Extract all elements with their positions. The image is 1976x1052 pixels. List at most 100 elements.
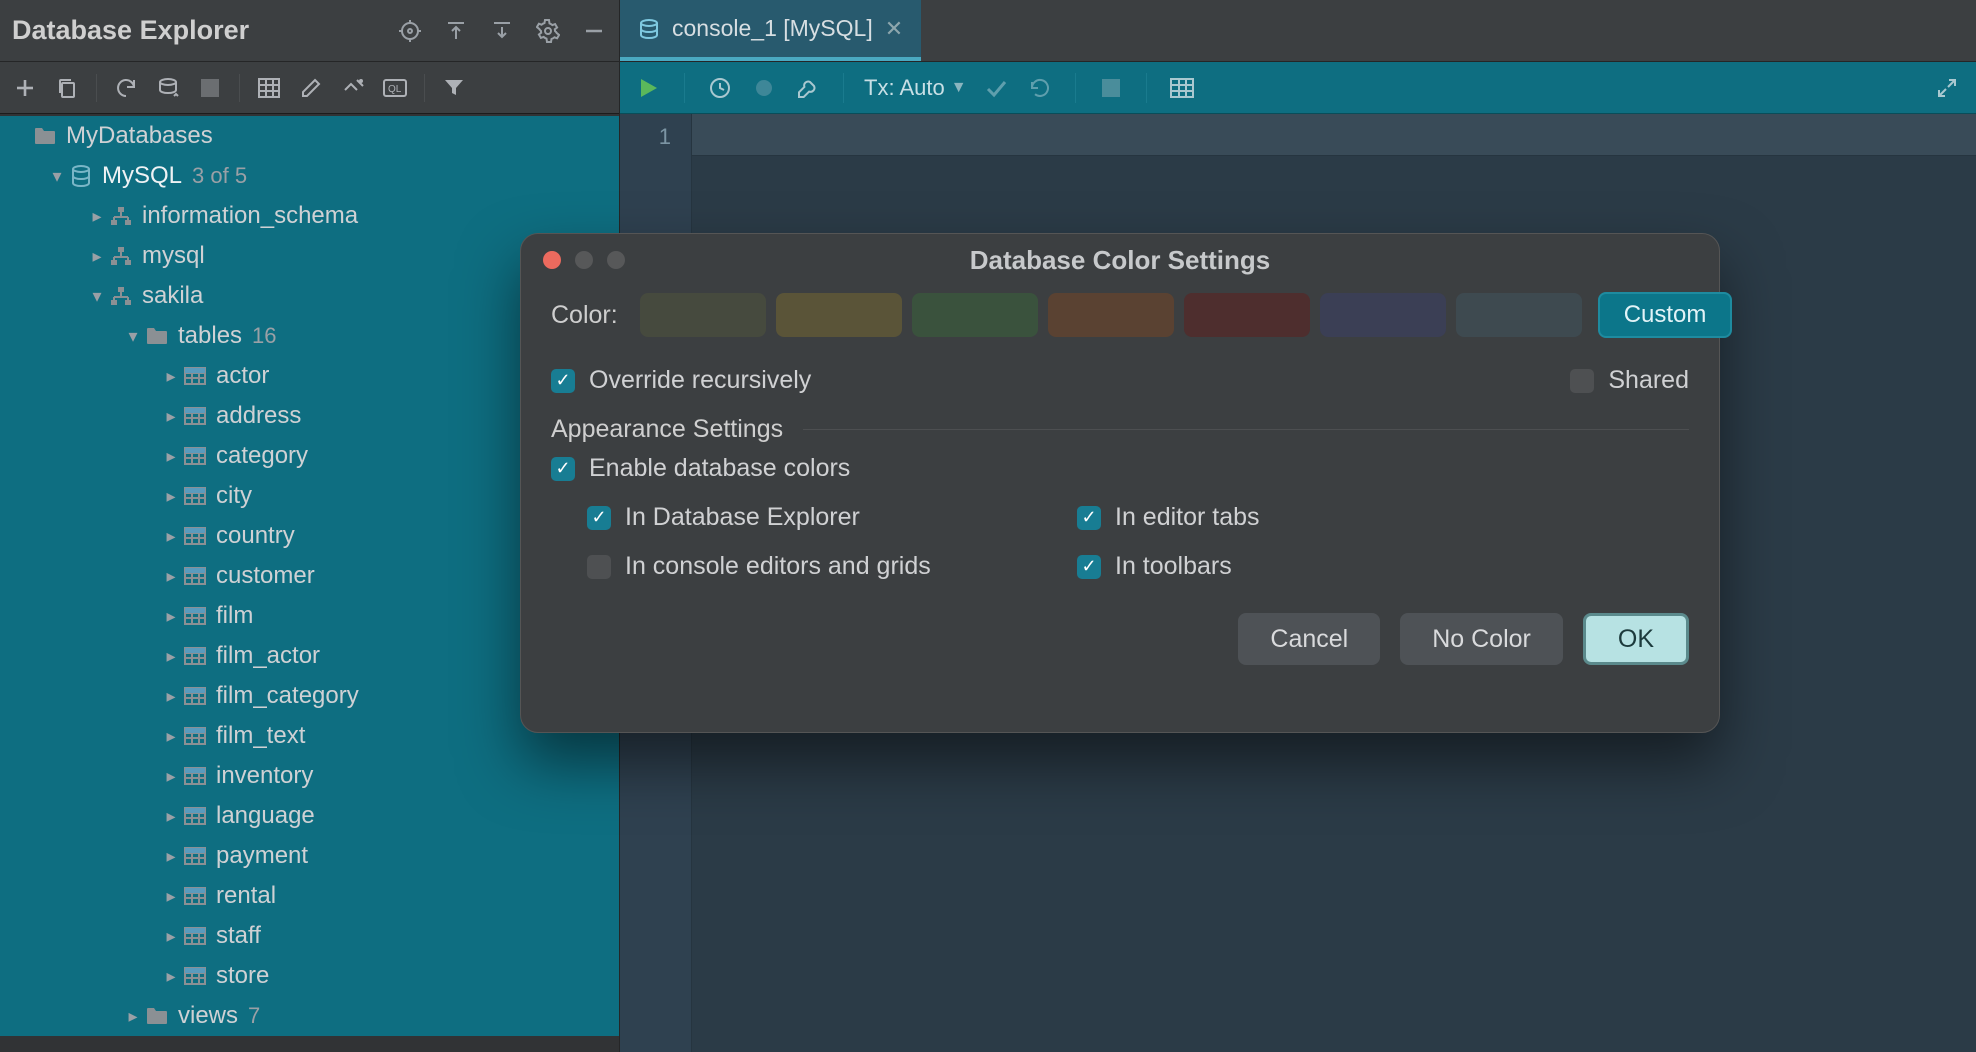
tx-mode-dropdown[interactable]: Tx: Auto▼ [864, 75, 967, 101]
override-recursively-checkbox[interactable]: ✓ Override recursively [551, 366, 811, 395]
custom-color-button[interactable]: Custom [1598, 292, 1733, 338]
in-editor-tabs-checkbox[interactable]: ✓ In editor tabs [1077, 503, 1689, 532]
chevron-icon: ▾ [86, 286, 108, 307]
separator-icon [239, 74, 240, 102]
tree-table[interactable]: ▸ payment [0, 836, 619, 876]
node-icon [182, 567, 208, 585]
color-swatch-3[interactable] [1048, 293, 1174, 337]
collapse-all-icon[interactable] [489, 18, 515, 44]
chevron-icon: ▸ [160, 486, 182, 507]
checkbox-icon: ✓ [551, 369, 575, 393]
chevron-icon: ▸ [160, 606, 182, 627]
chevron-icon: ▸ [160, 766, 182, 787]
tree-label: payment [216, 842, 308, 870]
rollback-icon[interactable] [1025, 73, 1055, 103]
stop-icon[interactable] [193, 71, 227, 105]
color-settings-dialog: Database Color Settings Color: Custom ✓ … [520, 233, 1720, 733]
wrench-icon[interactable] [793, 73, 823, 103]
color-picker-row: Color: Custom [551, 292, 1689, 338]
node-icon [182, 447, 208, 465]
grid-icon[interactable] [1167, 73, 1197, 103]
in-console-checkbox[interactable]: In console editors and grids [587, 552, 1057, 581]
node-icon [108, 246, 134, 266]
filter-icon[interactable] [437, 71, 471, 105]
console-icon[interactable]: QL [378, 71, 412, 105]
chevron-icon: ▸ [160, 846, 182, 867]
tree-label: customer [216, 562, 315, 590]
color-swatch-4[interactable] [1184, 293, 1310, 337]
tree-schema[interactable]: ▸ information_schema [0, 196, 619, 236]
color-swatch-1[interactable] [776, 293, 902, 337]
history-icon[interactable] [705, 73, 735, 103]
node-icon [182, 927, 208, 945]
in-explorer-checkbox[interactable]: ✓ In Database Explorer [587, 503, 1057, 532]
tree-label: mysql [142, 242, 205, 270]
edit-icon[interactable] [294, 71, 328, 105]
jump-icon[interactable] [336, 71, 370, 105]
node-icon [144, 1007, 170, 1025]
separator-icon [684, 73, 685, 103]
enable-colors-checkbox[interactable]: ✓ Enable database colors [551, 454, 1689, 483]
checkbox-icon: ✓ [587, 506, 611, 530]
new-icon[interactable] [8, 71, 42, 105]
refresh-icon[interactable] [109, 71, 143, 105]
record-icon[interactable] [749, 73, 779, 103]
tree-root[interactable]: MyDatabases [0, 116, 619, 156]
tree-label: staff [216, 922, 261, 950]
run-icon[interactable] [634, 73, 664, 103]
ok-button[interactable]: OK [1583, 613, 1689, 665]
node-icon [182, 847, 208, 865]
node-icon [182, 967, 208, 985]
expand-icon[interactable] [1932, 73, 1962, 103]
tree-label: actor [216, 362, 269, 390]
chevron-icon: ▸ [160, 966, 182, 987]
zoom-window-icon[interactable] [607, 251, 625, 269]
stop-icon[interactable] [1096, 73, 1126, 103]
svg-text:QL: QL [388, 84, 402, 95]
node-icon [182, 367, 208, 385]
tree-label: film_actor [216, 642, 320, 670]
chevron-icon: ▸ [86, 206, 108, 227]
tree-table[interactable]: ▸staff [0, 916, 619, 956]
database-icon [638, 18, 660, 40]
panel-header-actions [397, 18, 607, 44]
node-icon [182, 407, 208, 425]
tab-console[interactable]: console_1 [MySQL] ✕ [620, 0, 921, 61]
settings-icon[interactable] [535, 18, 561, 44]
node-icon [182, 647, 208, 665]
color-swatch-2[interactable] [912, 293, 1038, 337]
in-toolbars-checkbox[interactable]: ✓ In toolbars [1077, 552, 1689, 581]
tree-label: information_schema [142, 202, 358, 230]
tree-table[interactable]: ▸inventory [0, 756, 619, 796]
table-icon[interactable] [252, 71, 286, 105]
tree-datasource[interactable]: ▾MySQL3 of 5 [0, 156, 619, 196]
color-swatch-6[interactable] [1456, 293, 1582, 337]
node-icon [144, 327, 170, 345]
tree-label: tables [178, 322, 242, 350]
color-swatch-0[interactable] [640, 293, 766, 337]
appearance-section-header: Appearance Settings [551, 415, 1689, 444]
close-icon[interactable]: ✕ [885, 16, 903, 42]
tree-views-group[interactable]: ▸views7 [0, 996, 619, 1036]
tree-label: MyDatabases [66, 122, 213, 150]
target-icon[interactable] [397, 18, 423, 44]
cancel-button[interactable]: Cancel [1238, 613, 1380, 665]
sync-icon[interactable] [151, 71, 185, 105]
minimize-window-icon[interactable] [575, 251, 593, 269]
separator-icon [843, 73, 844, 103]
no-color-button[interactable]: No Color [1400, 613, 1563, 665]
copy-icon[interactable] [50, 71, 84, 105]
commit-icon[interactable] [981, 73, 1011, 103]
tree-label: sakila [142, 282, 203, 310]
shared-checkbox[interactable]: Shared [1570, 366, 1689, 395]
minimize-icon[interactable] [581, 18, 607, 44]
tree-table[interactable]: ▸rental [0, 876, 619, 916]
expand-all-icon[interactable] [443, 18, 469, 44]
node-icon [68, 165, 94, 187]
node-icon [182, 687, 208, 705]
close-window-icon[interactable] [543, 251, 561, 269]
tree-table[interactable]: ▸language [0, 796, 619, 836]
color-label: Color: [551, 301, 618, 330]
tree-table[interactable]: ▸store [0, 956, 619, 996]
color-swatch-5[interactable] [1320, 293, 1446, 337]
